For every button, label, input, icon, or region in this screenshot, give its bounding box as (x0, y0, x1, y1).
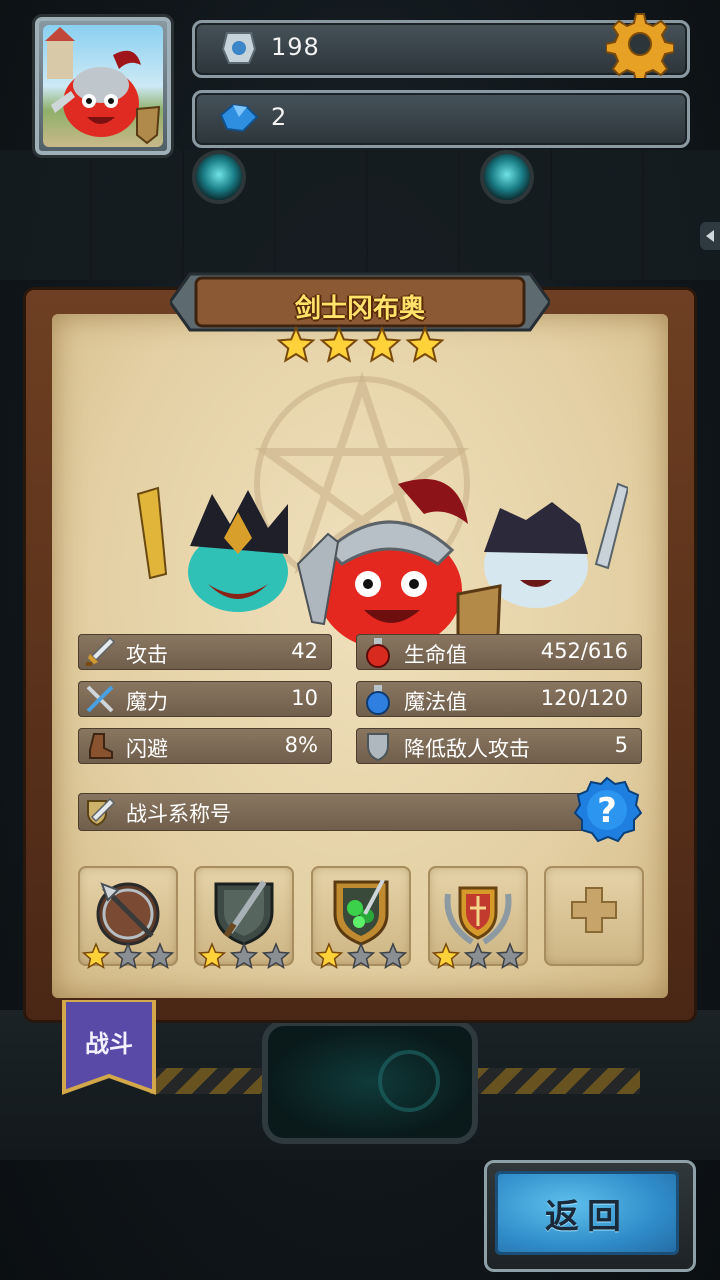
star-empty-icon (463, 942, 493, 970)
stat-reduce-enemy-attack-value: 5 (614, 733, 628, 757)
stat-dodge-label: 闪避 (126, 737, 168, 761)
star-filled-icon (431, 942, 461, 970)
side-panel-arrow-icon[interactable] (700, 222, 720, 250)
stat-mp-value: 120/120 (540, 686, 628, 710)
stat-attack: 攻击 42 (78, 634, 332, 670)
svg-text:?: ? (597, 791, 617, 831)
tab-battle-label: 战斗 (85, 1030, 133, 1058)
machine-lamp-left (192, 150, 246, 204)
star-empty-icon (229, 942, 259, 970)
rune-stone-icon (221, 32, 257, 64)
stat-magic-power: 魔力 10 (78, 681, 332, 717)
laurel-shield-icon (444, 886, 512, 945)
red-knight-avatar-icon (45, 27, 161, 145)
stat-magic-power-value: 10 (291, 686, 318, 710)
stat-hp-value: 452/616 (540, 639, 628, 663)
spear-shield-icon (96, 882, 160, 946)
stat-reduce-enemy-attack-label: 降低敌人攻击 (404, 737, 530, 761)
skill-slot-2[interactable] (194, 866, 294, 970)
poison-crest-icon (333, 879, 389, 946)
resource1-value: 198 (271, 33, 320, 61)
sword-shield-emblem-icon (87, 797, 116, 827)
settings-gear-icon[interactable] (605, 10, 675, 83)
stat-hp: 生命值 452/616 (356, 634, 642, 670)
stat-mp-label: 魔法值 (404, 690, 467, 714)
shield-icon (367, 733, 389, 762)
stat-dodge-value: 8% (284, 733, 318, 757)
star-empty-icon (495, 942, 525, 970)
player-avatar-frame[interactable] (32, 14, 174, 158)
stat-reduce-enemy-attack: 降低敌人攻击 5 (356, 728, 642, 764)
skill-stars-4 (431, 942, 525, 970)
star-empty-icon (145, 942, 175, 970)
return-button-face: 返回 (495, 1171, 679, 1255)
console-screen (262, 1020, 478, 1144)
red-potion-icon (366, 638, 390, 668)
star-filled-icon (314, 942, 344, 970)
star-filled-icon (197, 942, 227, 970)
resource-bar-gem: 2 (192, 90, 690, 148)
blue-potion-icon (366, 685, 390, 715)
stat-dodge: 闪避 8% (78, 728, 332, 764)
question-mark-icon: ? (573, 776, 643, 843)
machine-lamp-right (480, 150, 534, 204)
skill-stars-1 (81, 942, 175, 970)
stat-mp: 魔法值 120/120 (356, 681, 642, 717)
stat-magic-power-label: 魔力 (126, 690, 168, 714)
plus-icon (571, 887, 617, 933)
star-empty-icon (261, 942, 291, 970)
skill-stars-3 (314, 942, 408, 970)
star-empty-icon (378, 942, 408, 970)
rating-star-icon (276, 326, 316, 363)
hero-rating-stars (276, 326, 445, 363)
rating-star-icon (405, 326, 445, 363)
combat-title-label: 战斗系称号 (126, 802, 231, 826)
return-button-label: 返回 (545, 1197, 629, 1237)
skill-slot-4[interactable] (428, 866, 528, 970)
stat-hp-label: 生命值 (404, 643, 467, 667)
stat-attack-label: 攻击 (126, 643, 168, 667)
return-button[interactable]: 返回 (484, 1160, 696, 1272)
player-avatar (43, 25, 163, 147)
rating-star-icon (319, 326, 359, 363)
skill-slot-3[interactable] (311, 866, 411, 970)
skill-stars-2 (197, 942, 291, 970)
dagger-shield-icon (214, 880, 274, 946)
stat-attack-value: 42 (291, 639, 318, 663)
star-filled-icon (81, 942, 111, 970)
blue-gem-icon (219, 103, 259, 133)
star-empty-icon (346, 942, 376, 970)
hero-group-illustration (136, 479, 628, 652)
add-skill-slot[interactable] (544, 866, 644, 966)
help-button[interactable]: ? (572, 775, 643, 845)
resource2-value: 2 (271, 103, 288, 131)
skill-slot-1[interactable] (78, 866, 178, 970)
combat-title-row[interactable]: 战斗系称号 (78, 793, 598, 831)
hero-name: 剑士冈布奥 (294, 294, 425, 324)
tab-battle[interactable]: 战斗 (60, 1000, 158, 1096)
boot-icon (89, 733, 113, 759)
background-machinery-top (0, 150, 720, 280)
star-empty-icon (113, 942, 143, 970)
rating-star-icon (362, 326, 402, 363)
sword-icon (86, 636, 116, 666)
crossed-weapons-icon (86, 685, 114, 713)
